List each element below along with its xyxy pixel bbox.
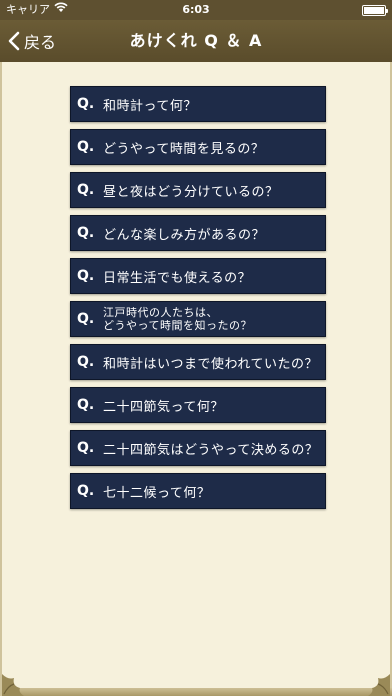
question-label: 日常生活でも使えるの？ <box>103 270 252 286</box>
question-button[interactable]: Q. 江戸時代の人たちは、 どうやって時間を知ったの？ <box>70 301 326 337</box>
question-prefix: Q. <box>77 397 95 413</box>
question-label: 江戸時代の人たちは、 どうやって時間を知ったの？ <box>103 306 252 332</box>
question-button[interactable]: Q. 二十四節気って何？ <box>70 387 326 423</box>
question-prefix: Q. <box>77 311 95 327</box>
question-label: 和時計はいつまで使われていたの？ <box>103 356 318 372</box>
bottom-border-decoration <box>2 688 392 696</box>
question-prefix: Q. <box>77 268 95 284</box>
question-label: 二十四節気って何？ <box>103 399 224 415</box>
question-label: 昼と夜はどう分けているの？ <box>103 184 279 200</box>
page-title: あけくれ Q ＆ A <box>129 31 263 50</box>
corner-ornament-icon <box>360 666 390 696</box>
corner-ornament-icon <box>2 666 32 696</box>
question-prefix: Q. <box>77 483 95 499</box>
question-button[interactable]: Q. 二十四節気はどうやって決めるの？ <box>70 430 326 466</box>
question-button[interactable]: Q. 日常生活でも使えるの？ <box>70 258 326 294</box>
navigation-bar: 戻る あけくれ Q ＆ A <box>0 20 392 62</box>
question-prefix: Q. <box>77 96 95 112</box>
status-time: 6:03 <box>182 3 210 16</box>
content-area: Q. 和時計って何？ Q. どうやって時間を見るの？ Q. 昼と夜はどう分けているの？ Q.… <box>0 62 392 696</box>
question-button[interactable]: Q. 昼と夜はどう分けているの？ <box>70 172 326 208</box>
question-label: 二十四節気はどうやって決めるの？ <box>103 442 319 458</box>
question-button[interactable]: Q. 七十二候って何？ <box>70 473 326 509</box>
question-button[interactable]: Q. どうやって時間を見るの？ <box>70 129 326 165</box>
question-button[interactable]: Q. どんな楽しみ方があるの？ <box>70 215 326 251</box>
question-prefix: Q. <box>77 354 95 370</box>
battery-fill <box>364 7 384 14</box>
question-prefix: Q. <box>77 440 95 456</box>
status-bar: キャリア 6:03 <box>0 0 392 20</box>
question-label: 和時計って何？ <box>103 98 197 114</box>
screen: キャリア 6:03 戻る あけくれ Q ＆ A Q. 和時計って何？ Q. どう… <box>0 0 392 696</box>
question-button[interactable]: Q. 和時計って何？ <box>70 86 326 122</box>
question-prefix: Q. <box>77 182 95 198</box>
question-list: Q. 和時計って何？ Q. どうやって時間を見るの？ Q. 昼と夜はどう分けているの？ Q.… <box>70 86 326 516</box>
question-label: 七十二候って何？ <box>103 485 211 501</box>
battery-icon <box>362 5 388 16</box>
question-prefix: Q. <box>77 225 95 241</box>
question-label: どんな楽しみ方があるの？ <box>103 227 266 243</box>
question-label: どうやって時間を見るの？ <box>103 141 265 157</box>
question-button[interactable]: Q. 和時計はいつまで使われていたの？ <box>70 344 326 380</box>
question-prefix: Q. <box>77 139 95 155</box>
